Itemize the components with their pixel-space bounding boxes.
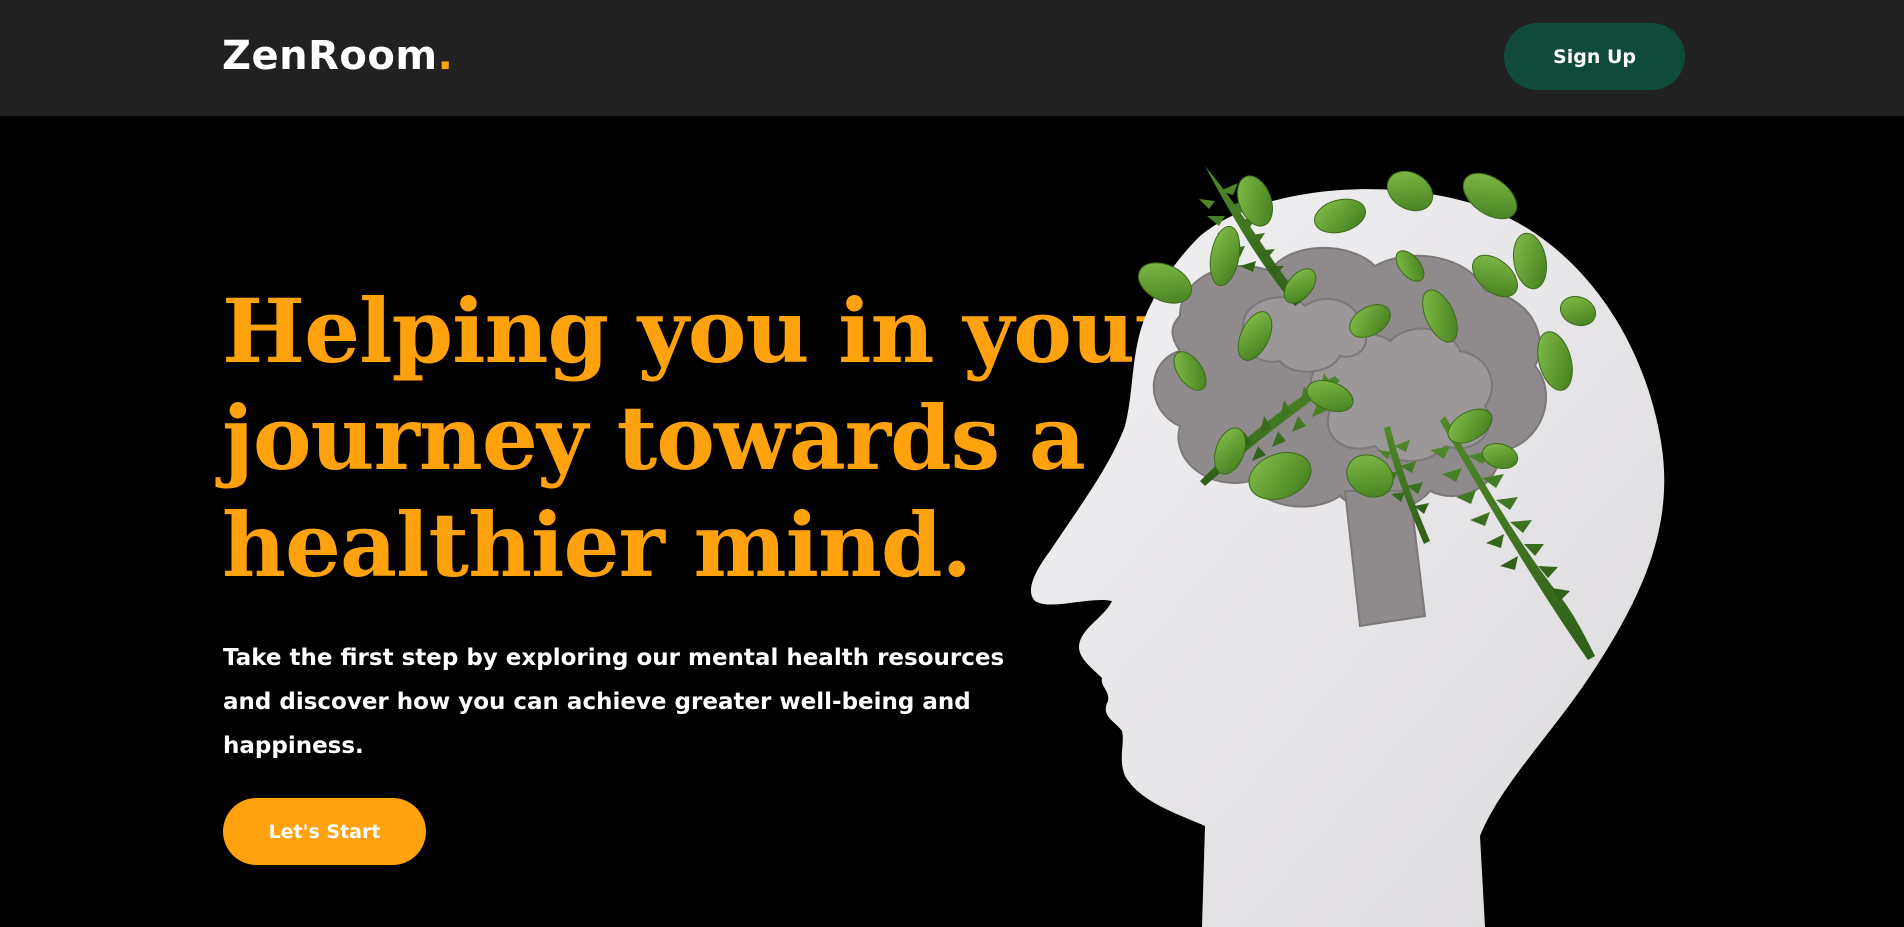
hero-subtext-line-1: Take the first step by exploring our men… xyxy=(223,645,1005,671)
hero-subtext-line-2: and discover how you can achieve greater… xyxy=(223,689,971,715)
brand-logo-text: ZenRoom xyxy=(222,33,438,79)
lets-start-button[interactable]: Let's Start xyxy=(223,798,426,865)
brand-logo[interactable]: ZenRoom. xyxy=(222,30,453,82)
hero-subtext: Take the first step by exploring our men… xyxy=(223,636,1023,768)
sign-up-button[interactable]: Sign Up xyxy=(1504,23,1685,90)
hero-subtext-line-3: happiness. xyxy=(223,733,364,759)
brand-logo-dot: . xyxy=(437,33,454,79)
top-navbar: ZenRoom. Sign Up xyxy=(0,0,1904,116)
head-with-leaves-illustration xyxy=(1030,166,1665,927)
hero-headline-line-3: healthier mind. xyxy=(222,493,972,597)
hero-headline-line-1: Helping you in your xyxy=(222,279,1180,383)
hero-section: Helping you in your journey towards a he… xyxy=(0,116,1904,927)
hero-headline: Helping you in your journey towards a he… xyxy=(222,278,1180,599)
hero-headline-line-2: journey towards a xyxy=(222,386,1086,490)
